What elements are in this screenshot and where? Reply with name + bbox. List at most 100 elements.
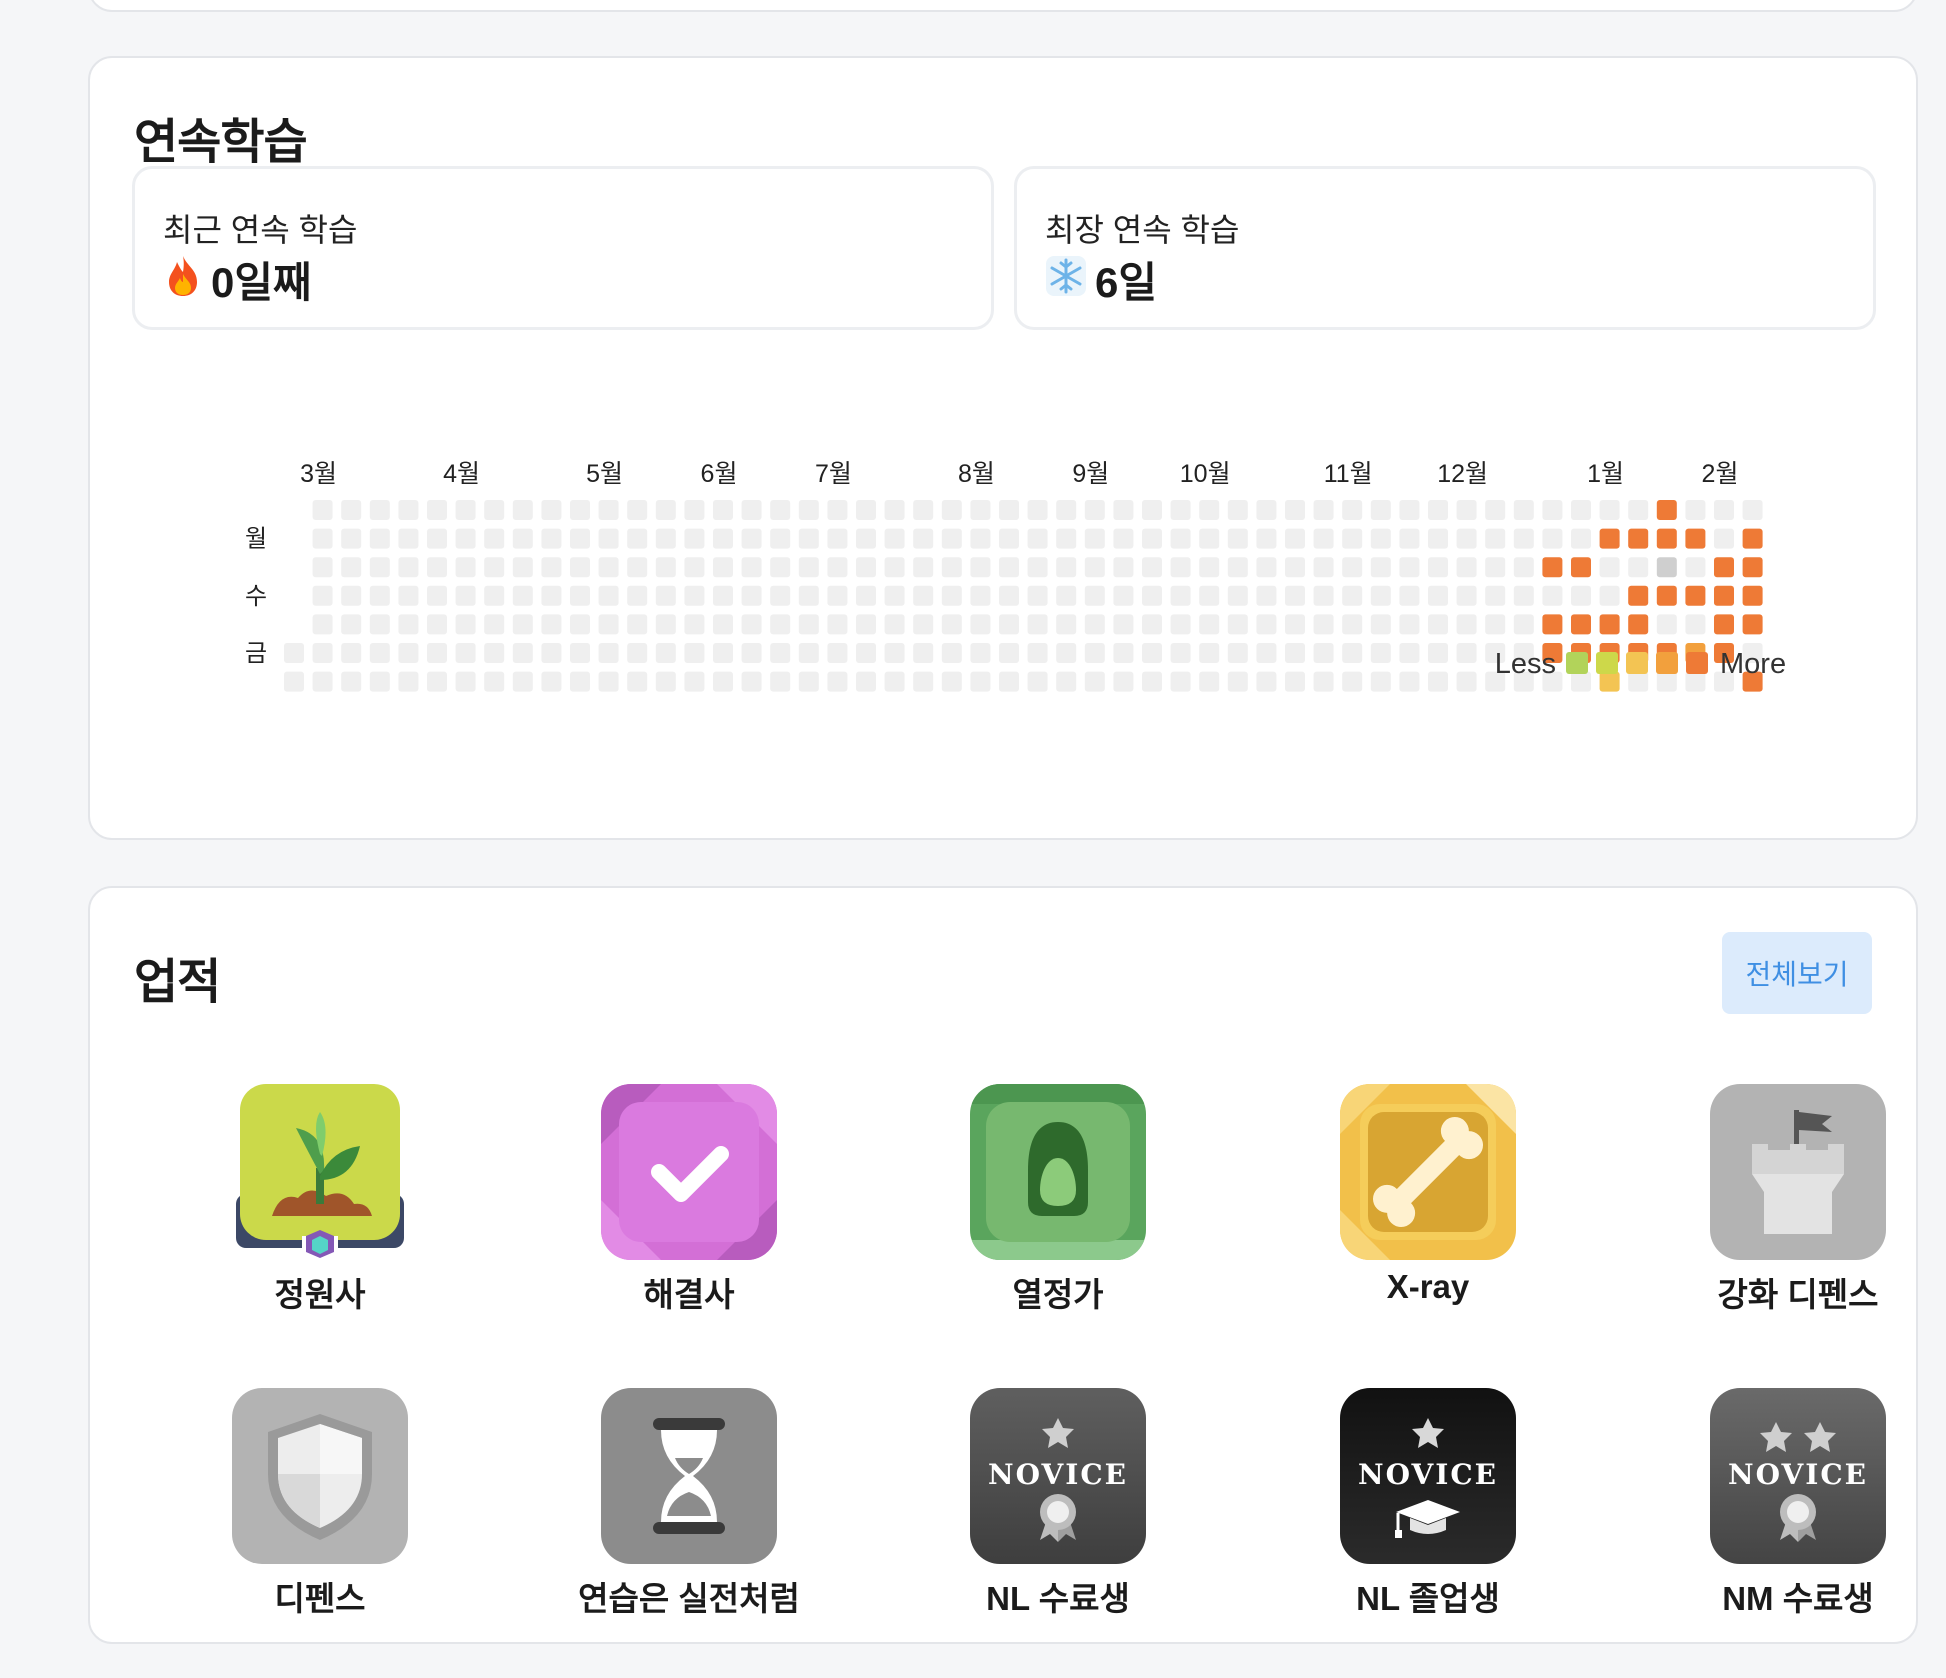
heatmap-cell[interactable] <box>1056 614 1077 635</box>
heatmap-cell[interactable] <box>1227 671 1248 692</box>
heatmap-cell[interactable] <box>341 557 362 578</box>
heatmap-cell[interactable] <box>1399 643 1420 663</box>
heatmap-cell[interactable] <box>627 643 648 663</box>
heatmap-cell[interactable] <box>1485 557 1506 578</box>
achievement-item[interactable]: 정원사 <box>190 1084 450 1316</box>
heatmap-cell[interactable] <box>713 614 733 635</box>
heatmap-cell[interactable] <box>1285 500 1305 520</box>
heatmap-cell[interactable] <box>427 614 447 635</box>
heatmap-cell[interactable] <box>312 671 333 692</box>
heatmap-cell[interactable] <box>1313 528 1334 549</box>
heatmap-cell[interactable] <box>398 585 419 606</box>
heatmap-cell[interactable] <box>1399 614 1420 635</box>
achievement-item[interactable]: 강화 디펜스 <box>1668 1084 1928 1316</box>
heatmap-cell[interactable] <box>684 528 705 549</box>
heatmap-cell[interactable] <box>398 500 419 520</box>
heatmap-cell[interactable] <box>1370 614 1391 635</box>
heatmap-cell[interactable] <box>598 557 619 578</box>
heatmap-cell[interactable] <box>741 557 762 578</box>
heatmap-cell[interactable] <box>627 585 648 606</box>
heatmap-cell[interactable] <box>1456 528 1477 549</box>
heatmap-cell[interactable] <box>684 671 705 692</box>
heatmap-cell[interactable] <box>1399 585 1420 606</box>
heatmap-cell[interactable] <box>684 500 705 520</box>
heatmap-cell[interactable] <box>684 557 705 578</box>
heatmap-cell[interactable] <box>1227 614 1248 635</box>
heatmap-cell[interactable] <box>1113 585 1134 606</box>
heatmap-cell[interactable] <box>541 528 562 549</box>
heatmap-cell[interactable] <box>856 557 876 578</box>
heatmap-cell[interactable] <box>1428 528 1448 549</box>
heatmap-cell[interactable] <box>570 585 590 606</box>
heatmap-cell[interactable] <box>741 528 762 549</box>
heatmap-cell[interactable] <box>398 614 419 635</box>
heatmap-cell[interactable] <box>1113 528 1134 549</box>
heatmap-cell[interactable] <box>455 585 476 606</box>
heatmap-cell[interactable] <box>1113 500 1134 520</box>
heatmap-cell[interactable] <box>598 614 619 635</box>
heatmap-cell[interactable] <box>655 557 676 578</box>
heatmap-cell[interactable] <box>1199 557 1220 578</box>
heatmap-cell[interactable] <box>512 614 533 635</box>
heatmap-cell[interactable] <box>1456 614 1477 635</box>
heatmap-cell[interactable] <box>570 671 590 692</box>
heatmap-cell[interactable] <box>1199 614 1220 635</box>
heatmap-cell[interactable] <box>341 643 362 663</box>
heatmap-cell[interactable] <box>684 643 705 663</box>
heatmap-cell[interactable] <box>1342 614 1363 635</box>
heatmap-cell[interactable] <box>1256 500 1277 520</box>
heatmap-cell[interactable] <box>1714 500 1734 520</box>
heatmap-cell[interactable] <box>427 557 447 578</box>
heatmap-cell[interactable] <box>713 557 733 578</box>
achievement-item[interactable]: 열정가 <box>928 1084 1188 1316</box>
heatmap-cell[interactable] <box>913 671 934 692</box>
heatmap-cell[interactable] <box>1513 528 1534 549</box>
heatmap-cell[interactable] <box>827 557 848 578</box>
heatmap-cell[interactable] <box>627 528 648 549</box>
heatmap-cell[interactable] <box>770 671 791 692</box>
heatmap-cell[interactable] <box>1056 500 1077 520</box>
heatmap-cell[interactable] <box>284 671 304 692</box>
heatmap-cell[interactable] <box>1142 614 1162 635</box>
heatmap-cell[interactable] <box>1714 557 1734 578</box>
heatmap-cell[interactable] <box>427 643 447 663</box>
heatmap-cell[interactable] <box>1056 528 1077 549</box>
heatmap-cell[interactable] <box>1084 643 1105 663</box>
heatmap-cell[interactable] <box>856 671 876 692</box>
heatmap-cell[interactable] <box>1571 557 1591 578</box>
heatmap-cell[interactable] <box>541 500 562 520</box>
heatmap-cell[interactable] <box>1428 500 1448 520</box>
heatmap-cell[interactable] <box>1485 500 1506 520</box>
heatmap-cell[interactable] <box>1256 528 1277 549</box>
heatmap-cell[interactable] <box>312 643 333 663</box>
heatmap-cell[interactable] <box>341 500 362 520</box>
heatmap-cell[interactable] <box>970 500 991 520</box>
heatmap-cell[interactable] <box>1542 557 1563 578</box>
heatmap-cell[interactable] <box>1513 614 1534 635</box>
heatmap-cell[interactable] <box>999 500 1019 520</box>
achievement-item[interactable]: X-ray <box>1298 1084 1558 1306</box>
heatmap-cell[interactable] <box>1342 643 1363 663</box>
heatmap-cell[interactable] <box>970 585 991 606</box>
heatmap-cell[interactable] <box>1370 528 1391 549</box>
heatmap-cell[interactable] <box>1170 614 1191 635</box>
heatmap-cell[interactable] <box>1599 614 1620 635</box>
heatmap-cell[interactable] <box>1571 500 1591 520</box>
achievement-item[interactable]: NOVICE NM 수료생 <box>1668 1388 1928 1620</box>
heatmap-cell[interactable] <box>1628 585 1649 606</box>
heatmap-cell[interactable] <box>1628 614 1649 635</box>
heatmap-cell[interactable] <box>1256 643 1277 663</box>
heatmap-cell[interactable] <box>1199 643 1220 663</box>
heatmap-cell[interactable] <box>369 585 390 606</box>
heatmap-cell[interactable] <box>455 614 476 635</box>
heatmap-cell[interactable] <box>1142 528 1162 549</box>
heatmap-cell[interactable] <box>1714 585 1734 606</box>
heatmap-cell[interactable] <box>455 557 476 578</box>
heatmap-cell[interactable] <box>684 585 705 606</box>
heatmap-cell[interactable] <box>455 671 476 692</box>
heatmap-cell[interactable] <box>1227 500 1248 520</box>
heatmap-cell[interactable] <box>398 643 419 663</box>
heatmap-cell[interactable] <box>1513 557 1534 578</box>
heatmap-cell[interactable] <box>770 643 791 663</box>
heatmap-cell[interactable] <box>1084 528 1105 549</box>
